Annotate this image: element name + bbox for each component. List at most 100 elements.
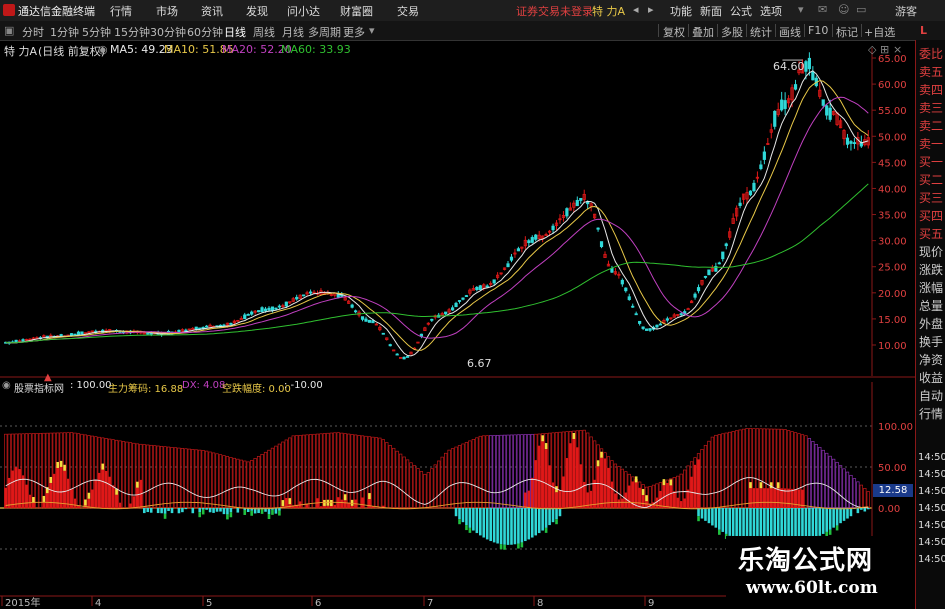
menu-item-news[interactable]: 资讯: [201, 3, 223, 19]
indicator-down-bar: [728, 508, 732, 536]
right-panel-item[interactable]: 卖二: [918, 118, 944, 134]
indicator-fill-bar: [579, 464, 583, 508]
user-icon[interactable]: ☺: [838, 3, 849, 16]
chart-stage[interactable]: 65.0060.0055.0050.0045.0040.0035.0030.00…: [0, 40, 915, 609]
menu-item-ask[interactable]: 问小达: [287, 3, 320, 19]
right-panel-item[interactable]: 净资: [918, 352, 944, 368]
right-panel-item[interactable]: 卖三: [918, 100, 944, 116]
right-panel-item[interactable]: 买一: [918, 154, 944, 170]
expand-icon[interactable]: ⊞: [880, 43, 889, 56]
right-panel-item[interactable]: 涨跌: [918, 262, 944, 278]
indicator-outline-bar: [475, 437, 479, 509]
btn-overlay[interactable]: 叠加: [692, 24, 714, 40]
period-tab-15min[interactable]: 15分钟: [114, 24, 150, 40]
skin-icon[interactable]: ▾: [798, 3, 804, 16]
candle-body: [631, 305, 635, 308]
menu-item-trade[interactable]: 交易: [397, 3, 419, 19]
menu-new-page[interactable]: 新面: [700, 3, 722, 19]
main-y-axis: 65.0060.0055.0050.0045.0040.0035.0030.00…: [871, 48, 907, 376]
btn-stats[interactable]: 统计: [750, 24, 772, 40]
candle-body: [717, 262, 721, 265]
indicator-down-bar: [198, 508, 202, 513]
right-panel-item[interactable]: 买四: [918, 208, 944, 224]
period-tab-weekly[interactable]: 周线: [253, 24, 275, 40]
indicator-outline-bar: [513, 434, 517, 509]
menu-formula[interactable]: 公式: [730, 3, 752, 19]
right-panel-item[interactable]: 行情: [918, 406, 944, 422]
indicator-down-bar: [229, 508, 233, 513]
menu-item-wealth[interactable]: 财富圈: [340, 3, 373, 19]
right-panel-item[interactable]: 买五: [918, 226, 944, 242]
dropdown-icon[interactable]: ▾: [369, 24, 375, 37]
indicator-down-bar: [863, 508, 867, 512]
indicator-outline-bar: [520, 434, 524, 509]
period-tab-60min[interactable]: 60分钟: [187, 24, 223, 40]
btn-multi-stock[interactable]: 多股: [721, 24, 743, 40]
period-tab-1min[interactable]: 1分钟: [50, 24, 79, 40]
candle-body: [246, 313, 250, 316]
indicator-down-bar: [711, 508, 714, 526]
menu-options[interactable]: 选项: [760, 3, 782, 19]
right-panel-item[interactable]: 卖四: [918, 82, 944, 98]
btn-adjust[interactable]: 复权: [663, 24, 685, 40]
indicator-outline-bar: [187, 448, 191, 509]
indicator-outline-bar: [437, 460, 441, 509]
right-panel-item[interactable]: 外盘: [918, 316, 944, 332]
indicator-settings-icon[interactable]: ◉: [2, 380, 11, 391]
period-tab-5min[interactable]: 5分钟: [82, 24, 111, 40]
candle-body: [364, 318, 368, 322]
indicator-fill-bar: [11, 470, 14, 508]
btn-add-watchlist[interactable]: +自选: [864, 24, 895, 40]
indicator-fill-bar: [361, 497, 364, 508]
period-tab-monthly[interactable]: 月线: [282, 24, 304, 40]
indicator-down-bar: [191, 508, 195, 514]
indicator-fill-bar: [46, 493, 49, 508]
right-panel-item[interactable]: 买三: [918, 190, 944, 206]
indicator-yellow-tip: [634, 476, 638, 483]
indicator-fill-bar: [32, 503, 35, 508]
btn-draw[interactable]: 画线: [779, 24, 801, 40]
period-tab-30min[interactable]: 30分钟: [150, 24, 186, 40]
right-panel-item[interactable]: 总量: [918, 298, 944, 314]
indicator-down-bar: [226, 508, 229, 515]
right-panel-item[interactable]: 现价: [918, 244, 944, 260]
period-tab-more[interactable]: 更多: [343, 24, 365, 40]
right-panel-item[interactable]: 买二: [918, 172, 944, 188]
event-marker-icon[interactable]: ▲: [44, 372, 52, 383]
period-tab-multi[interactable]: 多周期: [308, 24, 341, 40]
settings-icon[interactable]: ◉: [98, 43, 108, 56]
right-panel-item[interactable]: 卖五: [918, 64, 944, 80]
right-panel-item[interactable]: 换手: [918, 334, 944, 350]
right-panel-item[interactable]: 收益: [918, 370, 944, 386]
period-tab-daily[interactable]: 日线: [224, 24, 246, 40]
menu-function[interactable]: 功能: [670, 3, 692, 19]
btn-mark[interactable]: 标记: [836, 24, 858, 40]
right-panel-item[interactable]: 卖一: [918, 136, 944, 152]
right-panel-item[interactable]: 委比: [918, 46, 944, 62]
indicator-outline-bar: [703, 444, 708, 509]
indicator-down-bar: [527, 508, 531, 540]
btn-f10[interactable]: F10: [808, 24, 828, 37]
right-panel-item[interactable]: 涨幅: [918, 280, 944, 296]
time-label: 14:50: [918, 452, 945, 463]
window-icon[interactable]: ▣: [4, 24, 14, 37]
menu-item-market[interactable]: 市场: [156, 3, 178, 19]
indicator-outline-bar: [859, 484, 863, 509]
right-panel-item[interactable]: 自动: [918, 388, 944, 404]
diamond-icon[interactable]: ◇: [868, 43, 876, 56]
close-icon[interactable]: ×: [893, 43, 902, 56]
email-icon[interactable]: ✉: [818, 3, 827, 16]
menu-item-discover[interactable]: 发现: [246, 3, 268, 19]
screen-icon[interactable]: ▭: [856, 3, 866, 16]
candle-body: [655, 324, 659, 328]
indicator-down-bar: [731, 508, 735, 538]
chevron-left-icon[interactable]: ◂: [633, 3, 639, 16]
indicator-down-bar: [714, 508, 718, 528]
menu-item-quotes[interactable]: 行情: [110, 3, 132, 19]
chevron-right-icon[interactable]: ▸: [648, 3, 654, 16]
period-tab-intraday[interactable]: 分时: [22, 24, 44, 40]
indicator-green-tip: [458, 519, 461, 525]
indicator-outline-bar: [76, 433, 81, 509]
indicator-outline-bar: [274, 445, 278, 509]
guest-label[interactable]: 游客: [895, 3, 917, 19]
